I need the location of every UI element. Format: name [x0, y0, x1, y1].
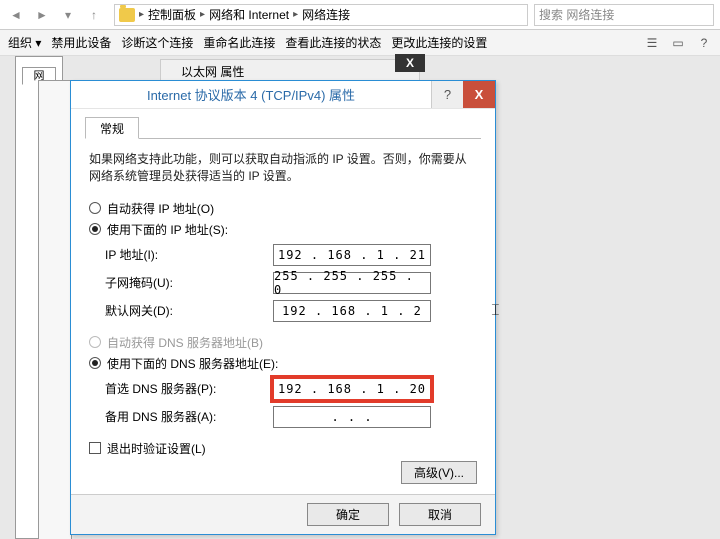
radio-icon	[89, 336, 101, 348]
tab-strip: 常规	[85, 117, 481, 139]
organize-menu[interactable]: 组织 ▾	[8, 34, 41, 51]
help-icon[interactable]: ?	[696, 35, 712, 51]
validate-on-exit-checkbox[interactable]: 退出时验证设置(L)	[89, 440, 481, 457]
ip-address-label: IP 地址(I):	[105, 246, 273, 263]
details-pane-icon[interactable]: ▭	[670, 35, 686, 51]
cancel-button[interactable]: 取消	[399, 503, 481, 526]
address-bar: ◄ ► ▾ ↑ ▸ 控制面板 ▸ 网络和 Internet ▸ 网络连接 搜索 …	[0, 0, 720, 30]
alternate-dns-label: 备用 DNS 服务器(A):	[105, 408, 273, 425]
ok-button[interactable]: 确定	[307, 503, 389, 526]
chevron-right-icon: ▸	[293, 9, 298, 20]
radio-manual-dns-label: 使用下面的 DNS 服务器地址(E):	[107, 355, 278, 372]
view-options-icon[interactable]: ☰	[644, 35, 660, 51]
gateway-input[interactable]: 192 . 168 . 1 . 2	[273, 300, 431, 322]
search-placeholder: 搜索 网络连接	[539, 6, 614, 23]
rename-button[interactable]: 重命名此连接	[203, 34, 275, 51]
change-settings-button[interactable]: 更改此连接的设置	[391, 34, 487, 51]
close-icon[interactable]: X	[395, 54, 425, 72]
nav-recent-dropdown[interactable]: ▾	[56, 3, 80, 27]
breadcrumb[interactable]: ▸ 控制面板 ▸ 网络和 Internet ▸ 网络连接	[114, 4, 528, 26]
gateway-label: 默认网关(D):	[105, 302, 273, 319]
disable-device-button[interactable]: 禁用此设备	[51, 34, 111, 51]
validate-on-exit-label: 退出时验证设置(L)	[107, 440, 206, 457]
radio-auto-dns-label: 自动获得 DNS 服务器地址(B)	[107, 334, 263, 351]
tab-general[interactable]: 常规	[85, 117, 139, 139]
toolbar: 组织 ▾ 禁用此设备 诊断这个连接 重命名此连接 查看此连接的状态 更改此连接的…	[0, 30, 720, 56]
radio-manual-ip[interactable]: 使用下面的 IP 地址(S):	[89, 221, 477, 238]
background-panel-2	[38, 80, 72, 539]
nav-forward-button[interactable]: ►	[30, 3, 54, 27]
dialog-title: Internet 协议版本 4 (TCP/IPv4) 属性	[71, 85, 431, 104]
checkbox-icon	[89, 442, 101, 454]
preferred-dns-input[interactable]: 192 . 168 . 1 . 20	[273, 378, 431, 400]
ethernet-properties-tab: 以太网 属性 X	[160, 59, 420, 81]
close-button[interactable]: X	[463, 81, 495, 108]
dialog-footer: 确定 取消	[71, 494, 495, 534]
view-status-button[interactable]: 查看此连接的状态	[285, 34, 381, 51]
folder-icon	[119, 8, 135, 22]
advanced-button[interactable]: 高级(V)...	[401, 461, 477, 484]
chevron-right-icon: ▸	[200, 9, 205, 20]
radio-auto-ip[interactable]: 自动获得 IP 地址(O)	[89, 200, 477, 217]
subnet-mask-label: 子网掩码(U):	[105, 274, 273, 291]
ipv4-properties-dialog: Internet 协议版本 4 (TCP/IPv4) 属性 ? X 常规 如果网…	[70, 80, 496, 535]
help-button[interactable]: ?	[431, 81, 463, 108]
ethernet-properties-label: 以太网 属性	[181, 63, 244, 80]
crumb-item[interactable]: 控制面板	[148, 6, 196, 23]
radio-icon	[89, 357, 101, 369]
nav-back-button[interactable]: ◄	[4, 3, 28, 27]
crumb-item[interactable]: 网络连接	[302, 6, 350, 23]
nav-up-button[interactable]: ↑	[82, 3, 106, 27]
dns-config-group: 自动获得 DNS 服务器地址(B) 使用下面的 DNS 服务器地址(E): 首选…	[89, 334, 477, 428]
text-cursor-icon: 𝙸	[490, 302, 501, 320]
radio-icon	[89, 202, 101, 214]
subnet-mask-input[interactable]: 255 . 255 . 255 . 0	[273, 272, 431, 294]
preferred-dns-label: 首选 DNS 服务器(P):	[105, 380, 273, 397]
dialog-titlebar: Internet 协议版本 4 (TCP/IPv4) 属性 ? X	[71, 81, 495, 109]
crumb-item[interactable]: 网络和 Internet	[209, 6, 289, 23]
search-input[interactable]: 搜索 网络连接	[534, 4, 714, 26]
diagnose-button[interactable]: 诊断这个连接	[121, 34, 193, 51]
radio-auto-ip-label: 自动获得 IP 地址(O)	[107, 200, 214, 217]
radio-manual-ip-label: 使用下面的 IP 地址(S):	[107, 221, 228, 238]
radio-manual-dns[interactable]: 使用下面的 DNS 服务器地址(E):	[89, 355, 477, 372]
description-text: 如果网络支持此功能，则可以获取自动指派的 IP 设置。否则，你需要从网络系统管理…	[89, 151, 477, 186]
ip-config-group: 自动获得 IP 地址(O) 使用下面的 IP 地址(S): IP 地址(I): …	[89, 200, 477, 322]
radio-icon	[89, 223, 101, 235]
radio-auto-dns: 自动获得 DNS 服务器地址(B)	[89, 334, 477, 351]
chevron-right-icon: ▸	[139, 9, 144, 20]
ip-address-input[interactable]: 192 . 168 . 1 . 21	[273, 244, 431, 266]
alternate-dns-input[interactable]: . . .	[273, 406, 431, 428]
